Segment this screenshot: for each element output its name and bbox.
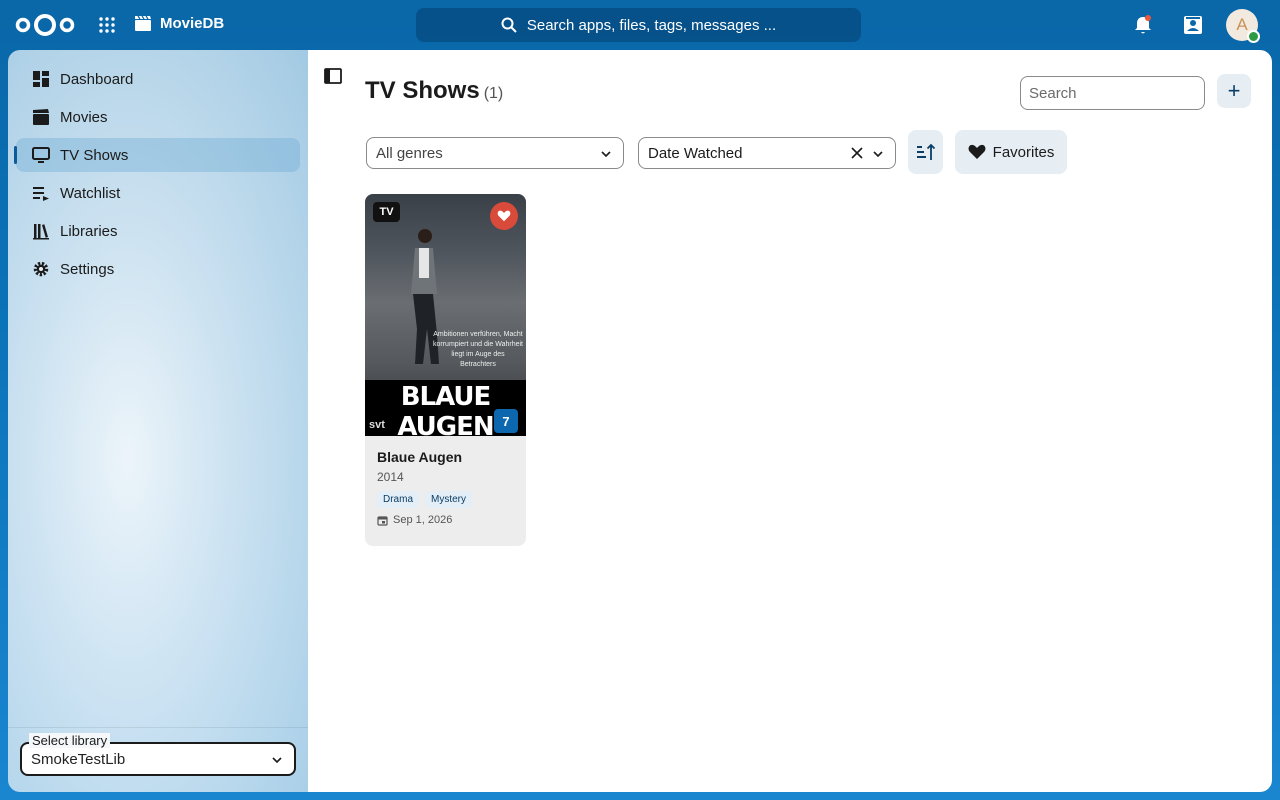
sidebar-nav: Dashboard Movies TV Shows Watchlist Libr… xyxy=(8,50,308,286)
library-select-value: SmokeTestLib xyxy=(31,750,126,768)
global-search[interactable]: Search apps, files, tags, messages ... xyxy=(416,8,861,42)
card-body: Blaue Augen 2014 Drama Mystery Sep 1, 20… xyxy=(365,436,526,538)
sidebar-item-dashboard[interactable]: Dashboard xyxy=(16,62,300,96)
search-input-placeholder: Search xyxy=(1029,84,1077,102)
library-icon xyxy=(33,224,49,240)
user-avatar[interactable]: A xyxy=(1226,9,1260,43)
chevron-down-icon xyxy=(873,151,883,158)
sidebar-item-movies[interactable]: Movies xyxy=(16,100,300,134)
genre-tag: Drama xyxy=(377,491,420,508)
watched-date: Sep 1, 2026 xyxy=(377,514,514,526)
chevron-down-icon xyxy=(601,151,611,158)
favorites-label: Favorites xyxy=(992,143,1055,161)
item-count: (1) xyxy=(483,85,504,102)
sort-field-select[interactable]: Date Watched xyxy=(638,137,896,169)
card-year: 2014 xyxy=(377,470,404,484)
sidebar-toggle-icon[interactable] xyxy=(324,68,342,84)
page-title-text: TV Shows xyxy=(365,77,480,104)
sidebar-item-label: Movies xyxy=(60,108,108,126)
gear-icon xyxy=(33,261,49,277)
clapperboard-icon xyxy=(135,15,151,31)
watched-date-text: Sep 1, 2026 xyxy=(393,514,453,526)
poster-image[interactable]: Ambitionen verführen, Macht korrumpiert … xyxy=(365,194,526,442)
search-input[interactable]: Search xyxy=(1020,76,1205,110)
sidebar-item-settings[interactable]: Settings xyxy=(16,252,300,286)
library-select-label: Select library xyxy=(29,733,111,748)
dashboard-icon xyxy=(33,71,49,87)
sidebar-item-label: Dashboard xyxy=(60,70,134,88)
genre-filter-select[interactable]: All genres xyxy=(366,137,624,169)
sidebar-item-label: Libraries xyxy=(60,222,118,240)
nextcloud-logo[interactable] xyxy=(14,12,76,38)
notifications-bell-icon[interactable] xyxy=(1132,14,1154,36)
online-status-icon xyxy=(1247,30,1260,43)
library-select[interactable]: Select library SmokeTestLib xyxy=(20,733,296,776)
sidebar-item-libraries[interactable]: Libraries xyxy=(16,214,300,248)
sort-ascending-icon xyxy=(916,143,935,160)
favorite-toggle[interactable] xyxy=(490,202,518,230)
genre-filter-value: All genres xyxy=(376,144,443,162)
sort-field-value: Date Watched xyxy=(648,144,743,162)
poster-tagline: Ambitionen verführen, Macht korrumpiert … xyxy=(433,331,524,368)
sidebar-item-label: TV Shows xyxy=(60,146,129,164)
sidebar-item-tv-shows[interactable]: TV Shows xyxy=(14,138,300,172)
heart-icon xyxy=(968,144,986,159)
contacts-icon[interactable] xyxy=(1182,14,1204,36)
calendar-icon xyxy=(377,515,388,526)
media-type-badge: TV xyxy=(373,202,400,222)
sidebar-item-label: Watchlist xyxy=(60,184,121,202)
sidebar-item-label: Settings xyxy=(60,260,115,278)
app-name-link[interactable]: MovieDB xyxy=(134,14,224,32)
clear-icon[interactable] xyxy=(850,146,864,160)
add-button-label: + xyxy=(1227,78,1241,103)
global-search-placeholder: Search apps, files, tags, messages ... xyxy=(526,16,777,34)
playlist-icon xyxy=(33,187,49,201)
add-button[interactable]: + xyxy=(1217,74,1251,108)
app-name: MovieDB xyxy=(160,14,225,32)
clapperboard-icon xyxy=(33,109,49,125)
sort-direction-button[interactable] xyxy=(908,130,943,174)
sidebar-divider xyxy=(8,727,308,728)
sidebar: Dashboard Movies TV Shows Watchlist Libr… xyxy=(8,50,308,792)
top-header: MovieDB Search apps, files, tags, messag… xyxy=(0,0,1280,50)
search-icon xyxy=(501,17,517,33)
genre-tag: Mystery xyxy=(425,491,473,508)
page-title: TV Shows (1) xyxy=(365,77,503,105)
poster-broadcaster-logo: svt xyxy=(369,419,385,431)
avatar-initial: A xyxy=(1236,15,1248,34)
sidebar-item-watchlist[interactable]: Watchlist xyxy=(16,176,300,210)
card-title: Blaue Augen xyxy=(377,449,463,465)
genre-tags: Drama Mystery xyxy=(377,491,514,508)
chevron-down-icon xyxy=(272,757,282,764)
episode-count-badge: 7 xyxy=(494,409,518,433)
favorites-filter-button[interactable]: Favorites xyxy=(955,130,1067,174)
main-content: TV Shows (1) Search + All genres Date Wat… xyxy=(308,50,1272,792)
show-card[interactable]: Ambitionen verführen, Macht korrumpiert … xyxy=(365,194,526,546)
app-grid-icon[interactable] xyxy=(98,16,116,34)
television-icon xyxy=(32,147,50,163)
heart-icon xyxy=(497,210,511,222)
